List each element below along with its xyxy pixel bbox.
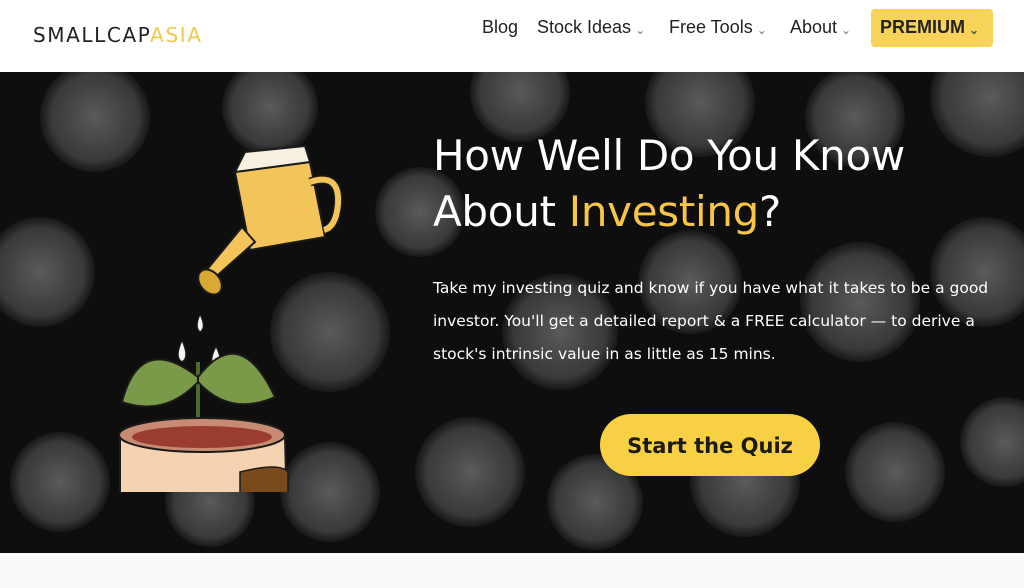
- headline-line1: How Well Do You Know: [433, 131, 905, 180]
- nav-item-label: Free Tools: [669, 17, 753, 37]
- headline-line2: About: [433, 187, 569, 236]
- headline-end: ?: [759, 187, 782, 236]
- site-header: SMALLCAPASIA Blog Stock Ideas ⌄ Free Tool…: [0, 0, 1024, 72]
- nav-item-blog[interactable]: Blog: [482, 17, 518, 38]
- site-logo[interactable]: SMALLCAPASIA: [33, 23, 203, 47]
- chevron-down-icon: ⌄: [756, 23, 767, 37]
- chevron-down-icon: ⌄: [635, 23, 646, 37]
- start-quiz-button[interactable]: Start the Quiz: [600, 414, 820, 476]
- hero-section: How Well Do You Know About Investing? Ta…: [0, 72, 1024, 553]
- nav-item-stock-ideas[interactable]: Stock Ideas ⌄: [537, 17, 645, 38]
- chevron-down-icon: ⌄: [969, 23, 980, 37]
- headline-highlight: Investing: [568, 187, 760, 236]
- nav-item-label: About: [790, 17, 838, 37]
- nav-item-label: Blog: [482, 17, 519, 37]
- head-icon: [118, 417, 289, 492]
- logo-text-accent: ASIA: [150, 23, 203, 47]
- hero-headline: How Well Do You Know About Investing?: [433, 128, 993, 240]
- nav-item-free-tools[interactable]: Free Tools ⌄: [669, 17, 767, 38]
- watering-can-plant-head-illustration: [118, 144, 343, 492]
- below-hero-area: [0, 553, 1024, 588]
- hero-description: Take my investing quiz and know if you h…: [433, 279, 989, 363]
- nav-item-label: Stock Ideas: [537, 17, 632, 37]
- chevron-down-icon: ⌄: [841, 23, 852, 37]
- premium-label: PREMIUM: [880, 17, 965, 37]
- watering-can-icon: [197, 144, 343, 296]
- premium-button[interactable]: PREMIUM ⌄: [871, 9, 993, 47]
- logo-text-main: SMALLCAP: [33, 23, 151, 47]
- nav-item-about[interactable]: About ⌄: [790, 17, 851, 38]
